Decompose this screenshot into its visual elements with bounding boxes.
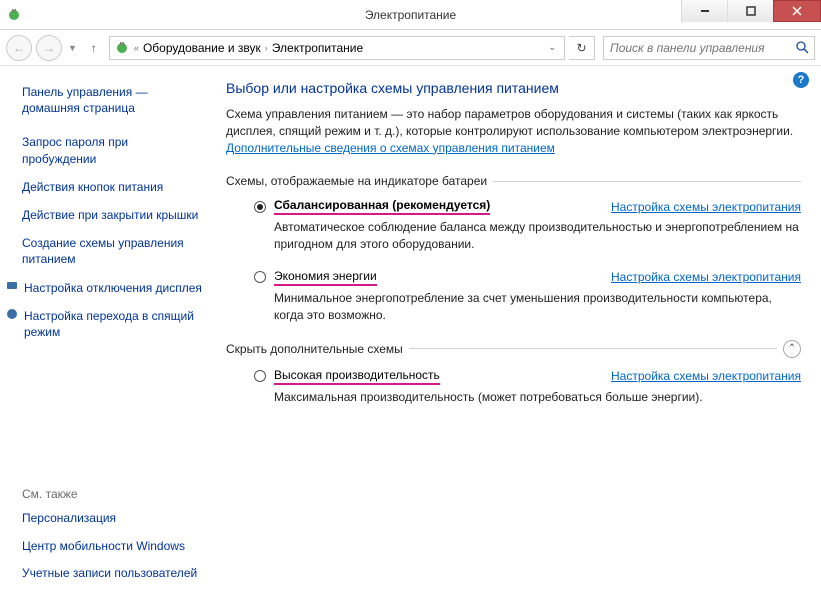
plan-radio-balanced[interactable] xyxy=(254,201,266,213)
see-also-link[interactable]: Центр мобильности Windows xyxy=(22,539,204,555)
chevron-icon: › xyxy=(265,43,268,53)
fieldset-additional-plans[interactable]: Скрыть дополнительные схемы ⌃ xyxy=(226,340,801,358)
control-panel-home-link[interactable]: Панель управления — домашняя страница xyxy=(22,84,204,116)
refresh-button[interactable]: ↻ xyxy=(569,36,595,60)
close-button[interactable] xyxy=(773,0,821,22)
titlebar: Электропитание xyxy=(0,0,821,30)
page-title: Выбор или настройка схемы управления пит… xyxy=(226,80,801,96)
fieldset-battery-plans: Схемы, отображаемые на индикаторе батаре… xyxy=(226,174,801,188)
plan-name-balanced[interactable]: Сбалансированная (рекомендуется) xyxy=(274,198,490,215)
search-input[interactable] xyxy=(604,41,790,55)
sidebar-link[interactable]: Запрос пароля при пробуждении xyxy=(22,134,204,166)
plan-name-saver[interactable]: Экономия энергии xyxy=(274,269,377,286)
app-icon xyxy=(0,7,28,23)
up-button[interactable]: ↑ xyxy=(83,41,105,55)
address-bar: ← → ▼ ↑ « Оборудование и звук › Электроп… xyxy=(0,30,821,66)
sidebar-link[interactable]: Действие при закрытии крышки xyxy=(22,207,204,223)
monitor-icon xyxy=(6,280,18,292)
plan-desc: Минимальное энергопотребление за счет ум… xyxy=(274,290,801,324)
sidebar-link[interactable]: Создание схемы управления питанием xyxy=(22,235,204,267)
plan-desc: Максимальная производительность (может п… xyxy=(274,389,801,406)
intro-link[interactable]: Дополнительные сведения о схемах управле… xyxy=(226,141,555,155)
sidebar-link[interactable]: Настройка перехода в спящий режим xyxy=(22,308,204,340)
maximize-button[interactable] xyxy=(727,0,773,22)
plan-desc: Автоматическое соблюдение баланса между … xyxy=(274,219,801,253)
sidebar: Панель управления — домашняя страница За… xyxy=(0,66,214,604)
moon-icon xyxy=(6,308,18,320)
breadcrumb-dropdown[interactable]: ⌄ xyxy=(548,42,560,53)
forward-button[interactable]: → xyxy=(36,35,62,61)
plan-settings-link[interactable]: Настройка схемы электропитания xyxy=(611,200,801,214)
breadcrumb-root-icon xyxy=(114,40,130,56)
search-box[interactable] xyxy=(603,36,815,60)
search-icon[interactable] xyxy=(790,41,814,54)
intro-text: Схема управления питанием — это набор па… xyxy=(226,106,801,156)
plan-settings-link[interactable]: Настройка схемы электропитания xyxy=(611,369,801,383)
collapse-icon[interactable]: ⌃ xyxy=(783,340,801,358)
plan-name-high-perf[interactable]: Высокая производительность xyxy=(274,368,440,385)
see-also-link[interactable]: Персонализация xyxy=(22,511,204,527)
see-also-link[interactable]: Учетные записи пользователей xyxy=(22,566,204,582)
help-icon[interactable]: ? xyxy=(793,72,809,88)
main-panel: ? Выбор или настройка схемы управления п… xyxy=(214,66,821,604)
history-dropdown[interactable]: ▼ xyxy=(66,43,79,53)
sidebar-link[interactable]: Настройка отключения дисплея xyxy=(22,280,204,296)
breadcrumb[interactable]: « Оборудование и звук › Электропитание ⌄ xyxy=(109,36,565,60)
plan-settings-link[interactable]: Настройка схемы электропитания xyxy=(611,270,801,284)
breadcrumb-item[interactable]: Электропитание xyxy=(272,41,363,55)
plan-radio-saver[interactable] xyxy=(254,271,266,283)
chevron-icon: « xyxy=(134,43,139,53)
see-also-heading: См. также xyxy=(22,487,204,501)
minimize-button[interactable] xyxy=(681,0,727,22)
breadcrumb-item[interactable]: Оборудование и звук xyxy=(143,41,261,55)
back-button[interactable]: ← xyxy=(6,35,32,61)
sidebar-link[interactable]: Действия кнопок питания xyxy=(22,179,204,195)
plan-radio-high-perf[interactable] xyxy=(254,370,266,382)
